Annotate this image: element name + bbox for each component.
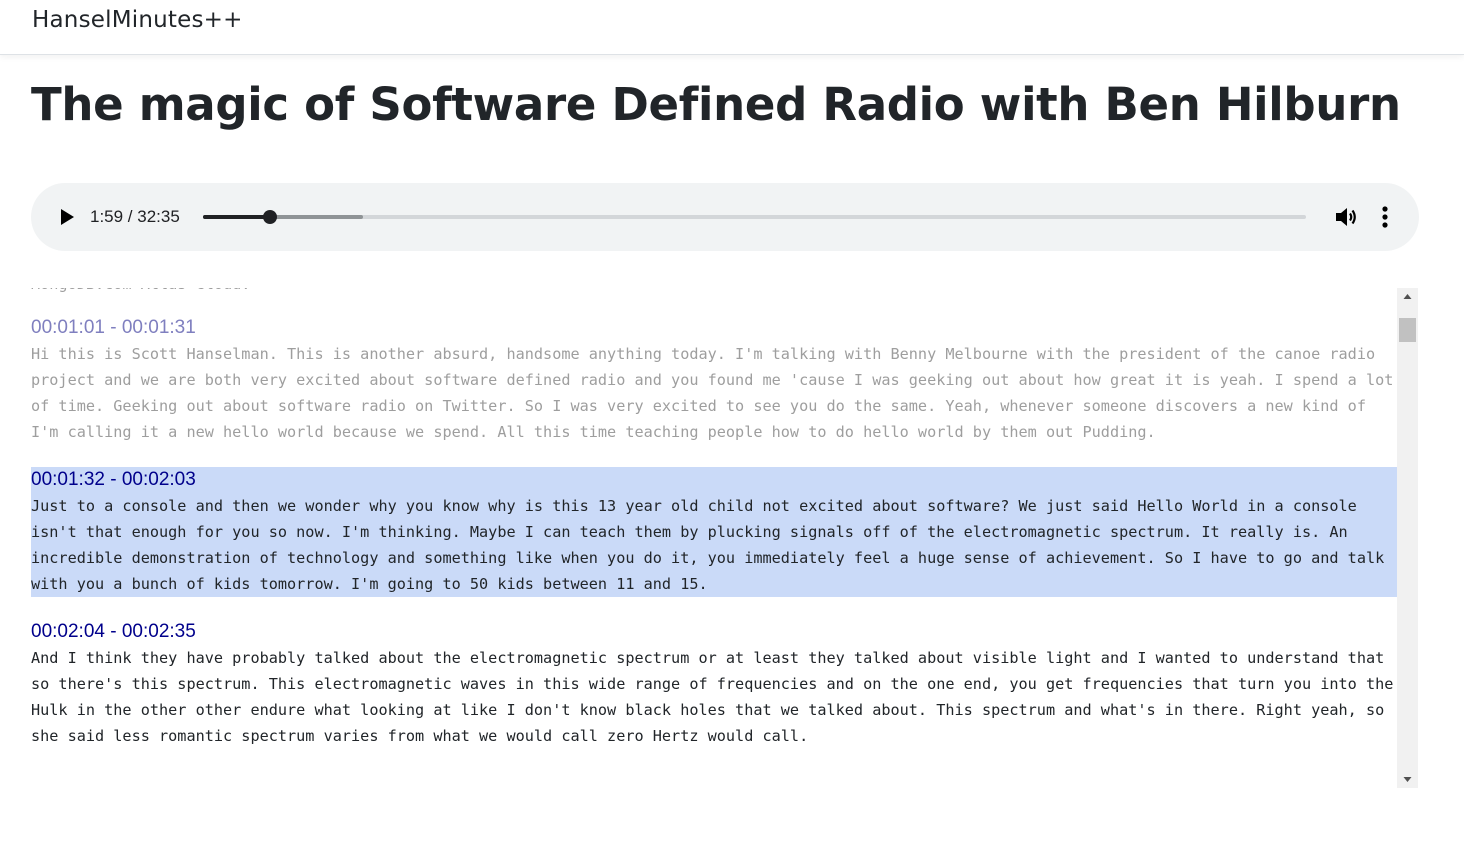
clipped-transcript-line: MongoDB.com Atlas Cloud. bbox=[31, 288, 1397, 297]
seek-bar[interactable] bbox=[203, 210, 1306, 224]
episode-title: The magic of Software Defined Radio with… bbox=[31, 78, 1401, 131]
volume-button[interactable] bbox=[1333, 204, 1359, 230]
progress-fill bbox=[203, 215, 271, 219]
scroll-down-button[interactable] bbox=[1397, 771, 1418, 788]
volume-icon bbox=[1336, 208, 1356, 226]
transcript-segment-current[interactable]: 00:01:32 - 00:02:03 Just to a console an… bbox=[31, 467, 1397, 597]
triangle-up-icon bbox=[1403, 294, 1412, 299]
transcript-segment[interactable]: 00:02:04 - 00:02:35 And I think they hav… bbox=[31, 619, 1397, 749]
more-options-button[interactable] bbox=[1377, 204, 1393, 230]
more-vertical-icon bbox=[1382, 206, 1388, 228]
play-icon bbox=[61, 209, 74, 225]
segment-text: Just to a console and then we wonder why… bbox=[31, 497, 1385, 593]
transcript-scrollbar[interactable] bbox=[1397, 288, 1418, 788]
segment-timestamp[interactable]: 00:02:04 - 00:02:35 bbox=[31, 619, 1397, 645]
segment-text: And I think they have probably talked ab… bbox=[31, 649, 1394, 745]
time-display: 1:59 / 32:35 bbox=[90, 207, 180, 226]
scroll-up-button[interactable] bbox=[1397, 288, 1418, 305]
transcript-panel[interactable]: MongoDB.com Atlas Cloud. 00:01:01 - 00:0… bbox=[31, 288, 1397, 786]
segment-text: Hi this is Scott Hanselman. This is anot… bbox=[31, 345, 1394, 441]
scroll-thumb[interactable] bbox=[1399, 318, 1416, 342]
navbar: HanselMinutes++ bbox=[0, 0, 1464, 55]
audio-player: 1:59 / 32:35 bbox=[31, 183, 1419, 251]
segment-timestamp[interactable]: 00:01:32 - 00:02:03 bbox=[31, 467, 1397, 493]
triangle-down-icon bbox=[1403, 777, 1412, 782]
transcript-segment[interactable]: 00:01:01 - 00:01:31 Hi this is Scott Han… bbox=[31, 315, 1397, 445]
play-button[interactable] bbox=[57, 207, 77, 227]
seek-thumb[interactable] bbox=[263, 210, 278, 224]
segment-timestamp[interactable]: 00:01:01 - 00:01:31 bbox=[31, 315, 1397, 341]
brand-link[interactable]: HanselMinutes++ bbox=[32, 7, 243, 33]
